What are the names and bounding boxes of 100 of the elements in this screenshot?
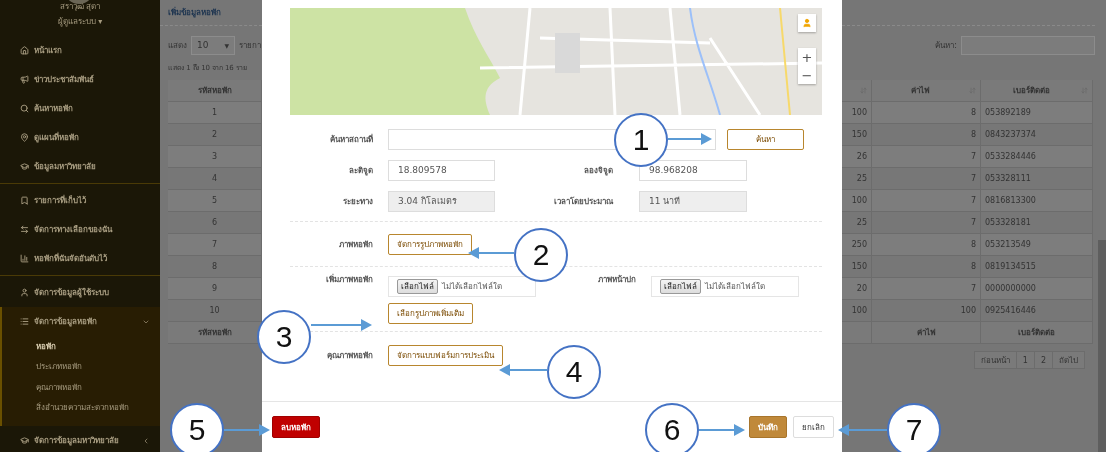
table-cell: 0843237374 [981, 124, 1093, 146]
user-role[interactable]: ผู้ดูแลระบบ ▾ [57, 15, 103, 28]
table-cell: 9 [168, 278, 262, 300]
field-label: เพิ่มภาพหอพัก [325, 273, 374, 286]
table-cell: 053328181 [981, 212, 1093, 234]
table-cell: 1 [168, 102, 262, 124]
field-label: เวลาโดยประมาณ [553, 195, 614, 208]
column-footer: เบอร์ติดต่อ [981, 322, 1093, 344]
zoom-in-button[interactable]: + [798, 48, 816, 66]
scrollbar-thumb[interactable] [1098, 240, 1106, 452]
sidebar-subitem[interactable]: สิ่งอำนวยความสะดวกหอพัก [2, 397, 160, 418]
delete-button[interactable]: ลบหอพัก [272, 416, 320, 438]
table-cell: 053892189 [981, 102, 1093, 124]
graduation-cap-icon [20, 162, 29, 171]
table-cell: 7 [872, 278, 981, 300]
arrows-icon [20, 225, 29, 234]
table-cell: 150 [842, 256, 872, 278]
table-cell: 10 [168, 300, 262, 322]
longitude-field[interactable]: 98.968208 [639, 159, 747, 181]
sidebar-item[interactable]: ดูแผนที่หอพัก [0, 123, 160, 152]
search-icon [20, 104, 29, 113]
field-label: ค้นหาสถานที่ [329, 133, 374, 146]
table-cell: 7 [872, 212, 981, 234]
cancel-button[interactable]: ยกเลิก [793, 416, 834, 438]
callout-arrow [310, 319, 372, 331]
list-icon [20, 317, 29, 326]
callout-arrow [499, 364, 548, 376]
table-cell: 6 [168, 212, 262, 234]
table-cell: 8 [872, 102, 981, 124]
graduation-cap-icon [20, 436, 29, 445]
table-cell: 100 [872, 300, 981, 322]
table-cell: 25 [842, 168, 872, 190]
sidebar-item[interactable]: ข้อมูลมหาวิทยาลัย [0, 152, 160, 181]
table-cell: 0819134515 [981, 256, 1093, 278]
evaluation-form-button[interactable]: จัดการแบบฟอร์มการประเมิน [388, 344, 503, 366]
table-cell: 8 [872, 256, 981, 278]
distance-field: 3.04 กิโลเมตร [388, 190, 495, 212]
table-cell: 7 [872, 146, 981, 168]
column-footer: รหัสหอพัก [168, 322, 262, 344]
file-input[interactable]: เลือกไฟล์ ไม่ได้เลือกไฟล์ใด [388, 276, 536, 297]
table-cell: 053213549 [981, 234, 1093, 256]
table-cell: 20 [842, 278, 872, 300]
sidebar-subitem[interactable]: ประเภทหอพัก [2, 356, 160, 377]
page-title: เพิ่มข้อมูลหอพัก [168, 6, 221, 19]
field-label: ลองจิจูด [583, 164, 614, 177]
table-cell: 053328111 [981, 168, 1093, 190]
table-cell: 26 [842, 146, 872, 168]
more-photos-button[interactable]: เลือกรูปภาพเพิ่มเติม [388, 302, 473, 324]
map-pin-icon [20, 133, 29, 142]
table-cell: 0816813300 [981, 190, 1093, 212]
table-cell: 0533284446 [981, 146, 1093, 168]
choose-file-button[interactable]: เลือกไฟล์ [660, 279, 701, 294]
table-cell: 100 [842, 300, 872, 322]
search-label: ค้นหา: [935, 39, 957, 52]
table-cell: 2 [168, 124, 262, 146]
table-cell: 8 [872, 124, 981, 146]
length-label: แสดง [168, 39, 187, 52]
callout-arrow [468, 247, 515, 259]
field-label: คุณภาพหอพัก [326, 349, 374, 362]
table-cell: 8 [872, 234, 981, 256]
sidebar-item[interactable]: จัดการข้อมูลผู้ใช้ระบบ [0, 278, 160, 307]
sidebar-item[interactable]: จัดการทางเลือกของฉัน [0, 215, 160, 244]
table-cell: 150 [842, 124, 872, 146]
field-label: ละติจูด [348, 164, 374, 177]
table-cell: 25 [842, 212, 872, 234]
table-cell: 4 [168, 168, 262, 190]
callout-arrow [698, 424, 745, 436]
column-footer [842, 322, 872, 344]
table-cell: 100 [842, 102, 872, 124]
callout-arrow [667, 133, 712, 145]
sidebar-item[interactable]: ข่าวประชาสัมพันธ์ [0, 65, 160, 94]
sidebar-item[interactable]: จัดการข้อมูลมหาวิทยาลัย [0, 426, 160, 452]
latitude-field[interactable]: 18.809578 [388, 159, 495, 181]
sidebar-subitem[interactable]: คุณภาพหอพัก [2, 377, 160, 398]
callout-number: 7 [887, 403, 941, 452]
megaphone-icon [20, 75, 29, 84]
sidebar-item[interactable]: รายการที่เก็บไว้ [0, 186, 160, 215]
manage-photos-button[interactable]: จัดการรูปภาพหอพัก [388, 233, 472, 255]
sidebar-item[interactable]: หอพักที่ฉันจัดอันดับไว้ [0, 244, 160, 273]
zoom-out-button[interactable]: − [798, 66, 816, 84]
bar-chart-icon [20, 254, 29, 263]
field-label: ระยะทาง [342, 195, 374, 208]
file-input[interactable]: เลือกไฟล์ ไม่ได้เลือกไฟล์ใด [651, 276, 799, 297]
sidebar-item[interactable]: จัดการข้อมูลหอพัก [0, 307, 160, 336]
table-cell: 8 [168, 256, 262, 278]
callout-arrow [838, 424, 888, 436]
sidebar-item[interactable]: หน้าแรก [0, 36, 160, 65]
search-button[interactable]: ค้นหา [727, 128, 804, 150]
duration-field: 11 นาที [639, 190, 747, 212]
home-icon [20, 46, 29, 55]
choose-file-button[interactable]: เลือกไฟล์ [397, 279, 438, 294]
sidebar-item[interactable]: ค้นหาหอพัก [0, 94, 160, 123]
user-icon [20, 288, 29, 297]
table-cell: 0000000000 [981, 278, 1093, 300]
sidebar-subitem[interactable]: หอพัก [2, 336, 160, 357]
table-cell: 0925416446 [981, 300, 1093, 322]
table-cell: 7 [872, 168, 981, 190]
bookmark-icon [20, 196, 29, 205]
table-cell: 100 [842, 190, 872, 212]
column-footer: ค่าไฟ [872, 322, 981, 344]
